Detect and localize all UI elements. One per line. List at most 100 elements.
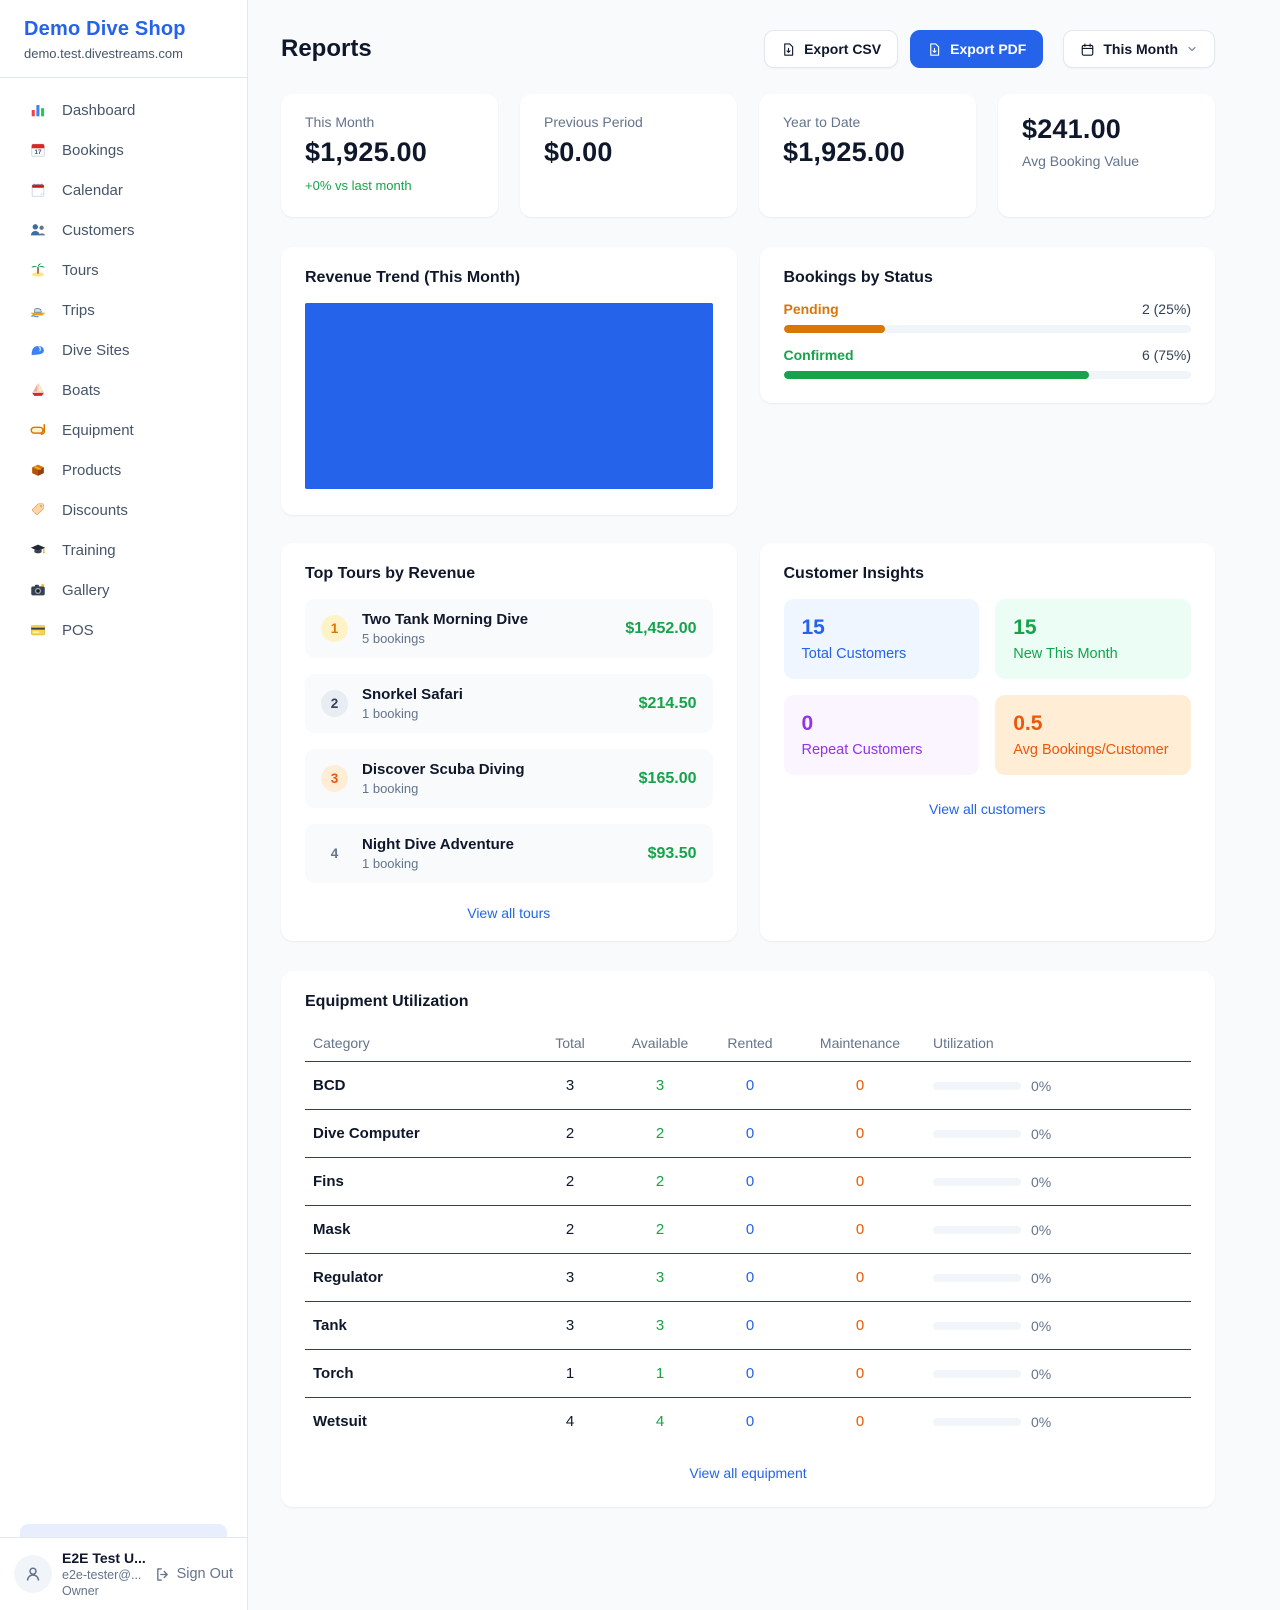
- available-cell: 2: [615, 1158, 705, 1206]
- tour-row: 1 Two Tank Morning Dive 5 bookings $1,45…: [305, 599, 713, 658]
- stat-card-year-to-date: Year to Date $1,925.00: [759, 94, 976, 217]
- utilization-cell: 0%: [925, 1302, 1191, 1350]
- brand: Demo Dive Shop demo.test.divestreams.com: [0, 0, 247, 78]
- table-row: Regulator 3 3 0 0 0%: [305, 1254, 1191, 1302]
- view-all-customers-link[interactable]: View all customers: [784, 801, 1192, 817]
- sidebar-item-label: Training: [62, 542, 116, 559]
- progress-fill: [784, 325, 886, 333]
- sidebar-item-trips[interactable]: Trips: [12, 290, 235, 330]
- available-cell: 3: [615, 1254, 705, 1302]
- person-icon: [23, 1564, 43, 1584]
- sidebar-item-dashboard[interactable]: Dashboard: [12, 90, 235, 130]
- tour-row: 3 Discover Scuba Diving 1 booking $165.0…: [305, 749, 713, 808]
- tour-amount: $165.00: [639, 770, 697, 788]
- maintenance-cell: 0: [795, 1254, 925, 1302]
- column-header: Utilization: [925, 1025, 1191, 1062]
- sidebar-item-gallery[interactable]: Gallery: [12, 570, 235, 610]
- column-header: Available: [615, 1025, 705, 1062]
- maintenance-cell: 0: [795, 1206, 925, 1254]
- sailboat-icon: [28, 380, 48, 400]
- sidebar-item-calendar[interactable]: Calendar: [12, 170, 235, 210]
- utilization-percent: 0%: [1031, 1318, 1051, 1334]
- user-section: E2E Test U... e2e-tester@... Owner Sign …: [0, 1537, 247, 1610]
- sidebar-item-customers[interactable]: Customers: [12, 210, 235, 250]
- category-cell: Dive Computer: [305, 1110, 525, 1158]
- stat-card-avg-booking-value: $241.00 Avg Booking Value: [998, 94, 1215, 217]
- middle-row: Top Tours by Revenue 1 Two Tank Morning …: [281, 543, 1215, 941]
- spiral-calendar-icon: [28, 180, 48, 200]
- stat-card-previous-period: Previous Period $0.00: [520, 94, 737, 217]
- sidebar-item-bookings[interactable]: 17 Bookings: [12, 130, 235, 170]
- island-icon: [28, 260, 48, 280]
- dive-mask-icon: [28, 420, 48, 440]
- top-tours-title: Top Tours by Revenue: [305, 565, 713, 583]
- utilization-track: [933, 1226, 1021, 1234]
- sidebar-item-label: POS: [62, 622, 94, 639]
- stat-value: $1,925.00: [305, 137, 474, 168]
- tour-bookings: 1 booking: [362, 781, 525, 796]
- sidebar-item-training[interactable]: Training: [12, 530, 235, 570]
- progress-track: [784, 371, 1192, 379]
- sidebar-item-products[interactable]: Products: [12, 450, 235, 490]
- tour-name: Snorkel Safari: [362, 686, 463, 703]
- maintenance-cell: 0: [795, 1398, 925, 1446]
- sidebar-item-boats[interactable]: Boats: [12, 370, 235, 410]
- table-row: Torch 1 1 0 0 0%: [305, 1350, 1191, 1398]
- header-actions: Export CSV Export PDF This Month: [764, 30, 1215, 68]
- utilization-percent: 0%: [1031, 1222, 1051, 1238]
- period-select[interactable]: This Month: [1063, 30, 1215, 68]
- sidebar-item-reports[interactable]: [20, 1524, 227, 1537]
- tour-name: Discover Scuba Diving: [362, 761, 525, 778]
- equipment-table: Category Total Available Rented Maintena…: [305, 1025, 1191, 1445]
- export-pdf-button[interactable]: Export PDF: [910, 30, 1043, 68]
- equipment-utilization-title: Equipment Utilization: [305, 993, 1191, 1011]
- export-csv-button[interactable]: Export CSV: [764, 30, 898, 68]
- tour-name: Night Dive Adventure: [362, 836, 514, 853]
- rank-badge: 3: [321, 765, 348, 792]
- tour-amount: $1,452.00: [625, 620, 696, 638]
- credit-card-icon: [28, 620, 48, 640]
- users-icon: [28, 220, 48, 240]
- utilization-cell: 0%: [925, 1110, 1191, 1158]
- sidebar-item-label: Products: [62, 462, 121, 479]
- sidebar-item-tours[interactable]: Tours: [12, 250, 235, 290]
- category-cell: Wetsuit: [305, 1398, 525, 1446]
- sidebar-item-pos[interactable]: POS: [12, 610, 235, 650]
- utilization-track: [933, 1322, 1021, 1330]
- category-cell: Fins: [305, 1158, 525, 1206]
- utilization-cell: 0%: [925, 1350, 1191, 1398]
- insight-label: Avg Bookings/Customer: [1013, 742, 1173, 758]
- tour-bookings: 1 booking: [362, 856, 514, 871]
- insight-value: 0: [802, 712, 962, 736]
- status-value: 2 (25%): [1142, 301, 1191, 317]
- tour-bookings: 1 booking: [362, 706, 463, 721]
- total-cell: 3: [525, 1302, 615, 1350]
- available-cell: 4: [615, 1398, 705, 1446]
- sidebar-item-equipment[interactable]: Equipment: [12, 410, 235, 450]
- utilization-percent: 0%: [1031, 1366, 1051, 1382]
- utilization-track: [933, 1370, 1021, 1378]
- user-name: E2E Test U...: [62, 1550, 144, 1566]
- view-all-equipment-link[interactable]: View all equipment: [305, 1465, 1191, 1481]
- sidebar-item-label: Customers: [62, 222, 135, 239]
- stat-label: Avg Booking Value: [1022, 153, 1191, 169]
- calendar-date-icon: 17: [28, 140, 48, 160]
- sidebar-item-dive-sites[interactable]: Dive Sites: [12, 330, 235, 370]
- export-pdf-label: Export PDF: [950, 41, 1026, 57]
- sign-out-button[interactable]: Sign Out: [154, 1566, 233, 1583]
- equipment-utilization-card: Equipment Utilization Category Total Ava…: [281, 971, 1215, 1507]
- shop-domain: demo.test.divestreams.com: [24, 46, 223, 61]
- tour-amount: $214.50: [639, 695, 697, 713]
- tour-row: 4 Night Dive Adventure 1 booking $93.50: [305, 824, 713, 883]
- view-all-tours-link[interactable]: View all tours: [305, 905, 713, 921]
- insight-new-this-month: 15 New This Month: [995, 599, 1191, 679]
- stat-value: $1,925.00: [783, 137, 952, 168]
- available-cell: 2: [615, 1110, 705, 1158]
- maintenance-cell: 0: [795, 1062, 925, 1110]
- sidebar-item-label: Trips: [62, 302, 95, 319]
- maintenance-cell: 0: [795, 1158, 925, 1206]
- utilization-track: [933, 1178, 1021, 1186]
- progress-track: [784, 325, 1192, 333]
- total-cell: 3: [525, 1062, 615, 1110]
- sidebar-item-discounts[interactable]: Discounts: [12, 490, 235, 530]
